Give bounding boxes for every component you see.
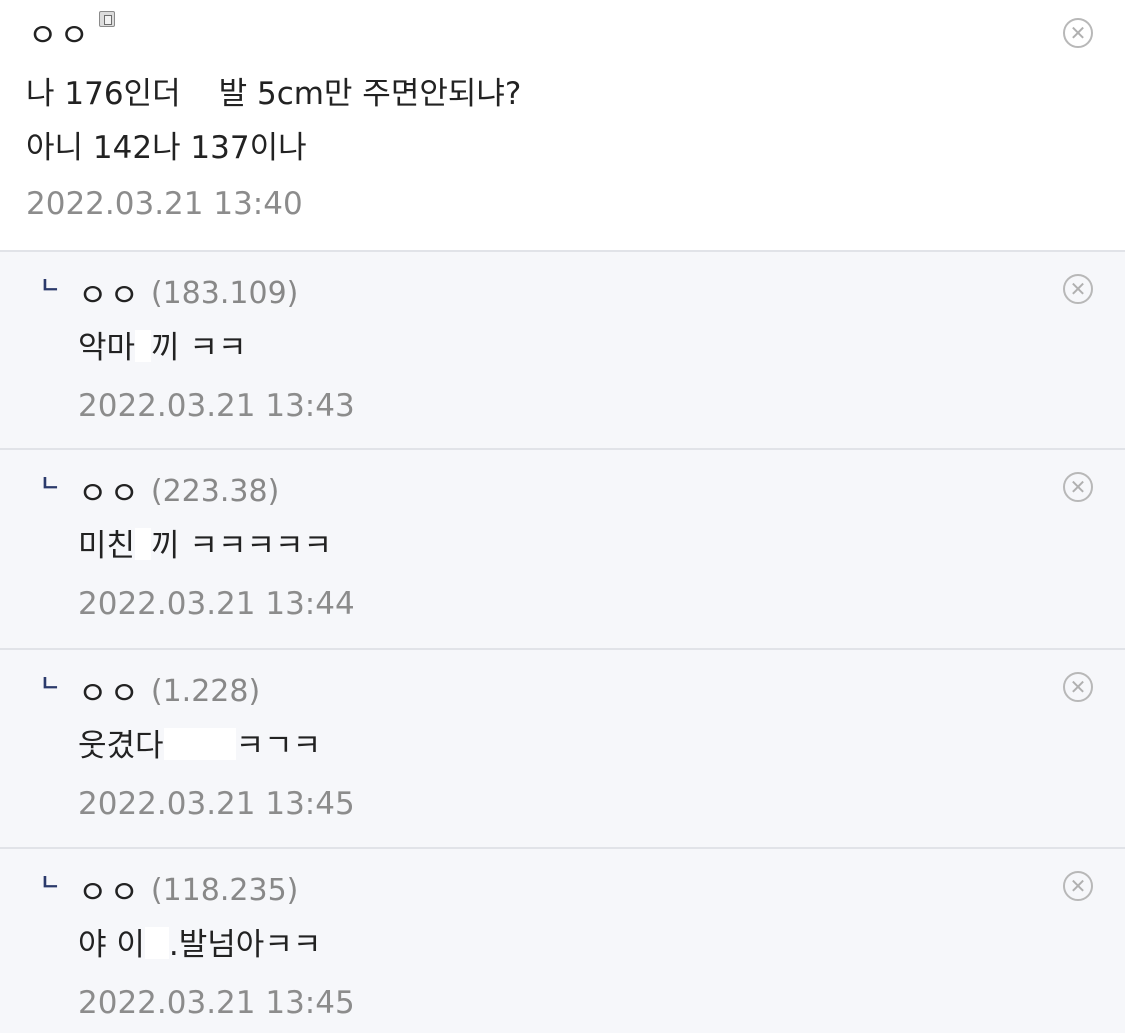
reply-comment: ㄴ ㅇㅇ (1.228) 웃겼다 ㅋㄱㅋ 2022.03.21 13:45 ✕ bbox=[0, 648, 1125, 847]
comment-author: ㄴ ㅇㅇ (183.109) bbox=[40, 270, 298, 316]
comment-thread: ㅇㅇ 나 176인더 발 5cm만 주면안되냐? 아니 142나 137이나 20… bbox=[0, 0, 1125, 1033]
close-circle-icon[interactable]: ✕ bbox=[1063, 18, 1093, 48]
comment-text-segment: 발 5cm만 주면안되냐? bbox=[218, 76, 522, 112]
reply-arrow-icon: ㄴ bbox=[40, 672, 61, 697]
comment-text: 야 이 .발넘아ㅋㅋ bbox=[78, 927, 321, 964]
comment-author: ㄴ ㅇㅇ (118.235) bbox=[40, 867, 298, 913]
comment-text-segment: ㅋㄱㅋ bbox=[235, 728, 322, 764]
ip-address: (118.235) bbox=[150, 872, 299, 908]
close-circle-icon[interactable]: ✕ bbox=[1063, 871, 1093, 901]
censor-mask bbox=[135, 528, 152, 560]
comment-date: 2022.03.21 13:45 bbox=[78, 985, 355, 1021]
comment-text-line-1: 나 176인더 발 5cm만 주면안되냐? bbox=[26, 76, 521, 113]
comment-text: 악마 끼 ㅋㅋ bbox=[78, 330, 246, 367]
comment-text-segment: 끼 ㅋㅋ bbox=[151, 330, 247, 366]
reply-arrow-icon: ㄴ bbox=[40, 871, 61, 896]
comment-text: 미친 끼 ㅋㅋㅋㅋㅋ bbox=[78, 528, 332, 565]
close-circle-icon[interactable]: ✕ bbox=[1063, 472, 1093, 502]
reply-arrow-icon: ㄴ bbox=[40, 274, 61, 299]
comment-author: ㄴ ㅇㅇ (1.228) bbox=[40, 668, 260, 714]
nickname[interactable]: ㅇㅇ bbox=[78, 867, 141, 913]
censor-mask bbox=[180, 76, 219, 108]
ip-address: (223.38) bbox=[150, 473, 280, 509]
reply-comment: ㄴ ㅇㅇ (223.38) 미친 끼 ㅋㅋㅋㅋㅋ 2022.03.21 13:44… bbox=[0, 448, 1125, 648]
close-circle-icon[interactable]: ✕ bbox=[1063, 672, 1093, 702]
reply-comment: ㄴ ㅇㅇ (183.109) 악마 끼 ㅋㅋ 2022.03.21 13:43 ✕ bbox=[0, 250, 1125, 448]
comment-author: ㅇㅇ bbox=[28, 10, 115, 56]
reply-comment: ㄴ ㅇㅇ (118.235) 야 이 .발넘아ㅋㅋ 2022.03.21 13:4… bbox=[0, 847, 1125, 1033]
mobile-icon bbox=[98, 11, 115, 27]
comment-text-segment: 웃겼다 bbox=[78, 728, 164, 764]
comment-text-segment: 미친 bbox=[78, 528, 136, 564]
comment-author: ㄴ ㅇㅇ (223.38) bbox=[40, 468, 279, 514]
comment-text-segment: 악마 bbox=[78, 330, 136, 366]
censor-mask bbox=[163, 728, 236, 760]
censor-mask bbox=[144, 927, 169, 959]
nickname[interactable]: ㅇㅇ bbox=[28, 10, 91, 56]
comment-text-segment: 끼 ㅋㅋㅋㅋㅋ bbox=[151, 528, 333, 564]
comment-date: 2022.03.21 13:45 bbox=[78, 786, 355, 822]
reply-arrow-icon: ㄴ bbox=[40, 472, 61, 497]
comment-text-line-2: 아니 142나 137이나 bbox=[26, 130, 307, 166]
comment-text-segment: .발넘아ㅋㅋ bbox=[168, 927, 322, 963]
comment-text-segment: 야 이 bbox=[78, 927, 145, 963]
comment-main: ㅇㅇ 나 176인더 발 5cm만 주면안되냐? 아니 142나 137이나 20… bbox=[0, 0, 1125, 250]
ip-address: (183.109) bbox=[150, 275, 299, 311]
nickname[interactable]: ㅇㅇ bbox=[78, 270, 141, 316]
nickname[interactable]: ㅇㅇ bbox=[78, 468, 141, 514]
comment-text-segment: 나 176인더 bbox=[26, 76, 181, 112]
comment-date: 2022.03.21 13:44 bbox=[78, 586, 355, 622]
comment-date: 2022.03.21 13:40 bbox=[26, 186, 303, 222]
comment-text: 웃겼다 ㅋㄱㅋ bbox=[78, 728, 321, 765]
censor-mask bbox=[135, 330, 152, 362]
nickname[interactable]: ㅇㅇ bbox=[78, 668, 141, 714]
close-circle-icon[interactable]: ✕ bbox=[1063, 274, 1093, 304]
comment-date: 2022.03.21 13:43 bbox=[78, 388, 355, 424]
ip-address: (1.228) bbox=[150, 673, 261, 709]
